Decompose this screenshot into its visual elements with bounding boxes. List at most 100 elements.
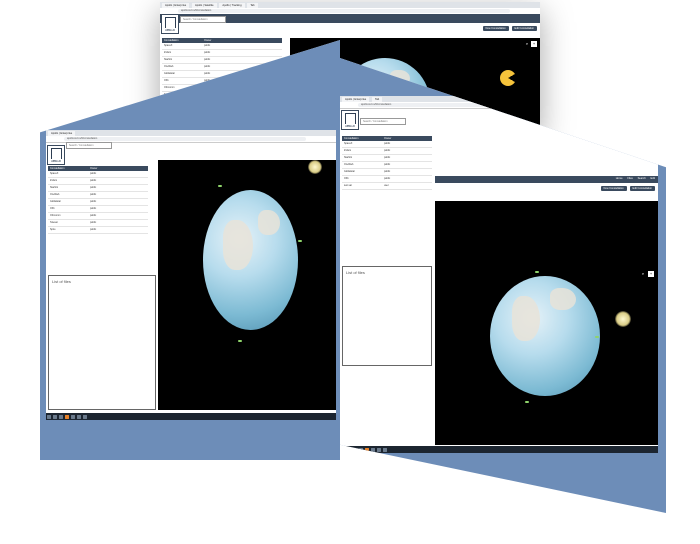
search-input[interactable]: Search / Constellation: [66, 142, 112, 149]
table-row[interactable]: SpaceX public: [48, 171, 148, 178]
cell: Globalstar: [164, 72, 175, 75]
continent-shape: [223, 220, 253, 270]
cell: public: [90, 172, 97, 175]
globe-viewer[interactable]: ⌕ +: [435, 201, 658, 445]
cell: OneWeb: [344, 163, 354, 166]
search-input[interactable]: Search / Constellation: [360, 118, 406, 125]
table-row[interactable]: OneWeb public: [48, 192, 148, 199]
satellite-icon[interactable]: [595, 336, 599, 338]
taskbar-icon[interactable]: [47, 414, 51, 419]
cell: O3b: [50, 207, 55, 210]
app-header: Home Files Search Edit: [435, 176, 658, 183]
cell: Globalstar: [344, 170, 355, 173]
moon-icon: [615, 311, 631, 327]
search-icon[interactable]: ⌕: [524, 41, 530, 47]
taskbar-icon[interactable]: [53, 414, 57, 419]
earth-globe[interactable]: [203, 190, 298, 330]
nav-search[interactable]: Search: [638, 177, 646, 180]
cell: public: [204, 44, 211, 47]
globe-viewer[interactable]: [158, 160, 336, 410]
taskbar-icon[interactable]: [59, 414, 63, 419]
cell: SpaceX: [344, 142, 353, 145]
taskbar-icon[interactable]: [353, 447, 357, 452]
cell: Starlink: [50, 186, 58, 189]
right-browser-window: Apollo | Enterprise Tab apollo-isd.ru/#/…: [340, 58, 666, 513]
os-taskbar: [46, 413, 336, 420]
nav-edit[interactable]: Edit: [651, 177, 655, 180]
table-row[interactable]: Globalstar public: [342, 169, 432, 176]
files-list-panel[interactable]: List of files: [342, 266, 432, 366]
table-row[interactable]: O3b public: [342, 176, 432, 183]
cell: public: [90, 214, 97, 217]
taskbar-icon[interactable]: [359, 447, 363, 452]
taskbar-icon[interactable]: [71, 414, 75, 419]
satellite-icon[interactable]: [525, 401, 529, 403]
satellite-icon[interactable]: [238, 340, 242, 342]
cell: public: [384, 170, 391, 173]
zoom-in-button[interactable]: +: [531, 41, 537, 47]
action-buttons: New Constellation Edit Constellation: [599, 186, 655, 191]
nav-home[interactable]: Home: [616, 177, 623, 180]
search-input[interactable]: Search / Constellation: [180, 16, 226, 23]
logo-text: APOLLO: [51, 161, 61, 163]
zoom-in-button[interactable]: +: [648, 271, 654, 277]
edit-constellation-button[interactable]: Edit Constellation: [511, 26, 537, 31]
table-row[interactable]: Iridium public: [162, 50, 282, 57]
table-row[interactable]: OneWeb public: [342, 162, 432, 169]
table-row[interactable]: Iridium public: [48, 178, 148, 185]
cell: SpaceX: [164, 44, 173, 47]
table-row[interactable]: Spire public: [48, 227, 148, 234]
new-constellation-button[interactable]: New Constellation: [482, 26, 509, 31]
url-field[interactable]: apollo-isd.ru/#/constellation: [64, 137, 306, 141]
app-logo[interactable]: APOLLO: [161, 14, 179, 34]
files-list-label: List of files: [346, 270, 365, 275]
table-row[interactable]: O3b public: [48, 206, 148, 213]
cell: public: [90, 207, 97, 210]
app-logo[interactable]: APOLLO: [47, 145, 65, 165]
cell: Iridium: [164, 51, 172, 54]
taskbar-app-icon[interactable]: [65, 414, 69, 419]
taskbar-icon[interactable]: [77, 414, 81, 419]
satellite-icon[interactable]: [535, 271, 539, 273]
table-row[interactable]: SpaceX public: [342, 141, 432, 148]
new-constellation-button[interactable]: New Constellation: [600, 186, 627, 191]
table-row[interactable]: Starlink public: [48, 185, 148, 192]
taskbar-icon[interactable]: [383, 447, 387, 452]
table-row[interactable]: SpaceX public: [162, 43, 282, 50]
nav-files[interactable]: Files: [627, 177, 632, 180]
table-row[interactable]: Telesat public: [48, 220, 148, 227]
edit-constellation-button[interactable]: Edit Constellation: [629, 186, 655, 191]
table-row[interactable]: Orbcomm public: [48, 213, 148, 220]
cell: Iridium: [344, 149, 352, 152]
satellite-icon[interactable]: [298, 240, 302, 242]
taskbar-app-icon[interactable]: [365, 447, 369, 452]
logo-mark-icon: [51, 148, 62, 159]
table-row[interactable]: test sat user: [342, 183, 432, 190]
table-row[interactable]: Globalstar public: [48, 199, 148, 206]
taskbar-icon[interactable]: [83, 414, 87, 419]
earth-globe[interactable]: [490, 276, 600, 396]
table-row[interactable]: Iridium public: [342, 148, 432, 155]
taskbar-icon[interactable]: [371, 447, 375, 452]
constellation-table: Constellation Owner SpaceX public Iridium p…: [48, 166, 148, 234]
cell: Telesat: [50, 221, 58, 224]
files-list-panel[interactable]: List of files: [48, 275, 156, 410]
taskbar-icon[interactable]: [341, 447, 345, 452]
satellite-icon[interactable]: [218, 185, 222, 187]
continent-shape: [258, 210, 280, 235]
moon-icon: [308, 160, 322, 174]
cell: Spire: [50, 228, 56, 231]
table-row[interactable]: Starlink public: [162, 57, 282, 64]
cell: public: [204, 65, 211, 68]
app-viewport: Apollo | Enterprise Tab apollo-isd.ru/#/…: [340, 96, 658, 453]
top-nav: Home Files Search Edit: [612, 177, 655, 180]
cell: public: [384, 177, 391, 180]
taskbar-icon[interactable]: [377, 447, 381, 452]
search-icon[interactable]: ⌕: [640, 271, 646, 277]
action-buttons: New Constellation Edit Constellation: [481, 26, 537, 31]
table-row[interactable]: Starlink public: [342, 155, 432, 162]
cell: public: [384, 163, 391, 166]
taskbar-icon[interactable]: [347, 447, 351, 452]
app-logo[interactable]: APOLLO: [341, 110, 359, 130]
url-field[interactable]: apollo-isd.ru/#/constellation: [178, 9, 510, 13]
